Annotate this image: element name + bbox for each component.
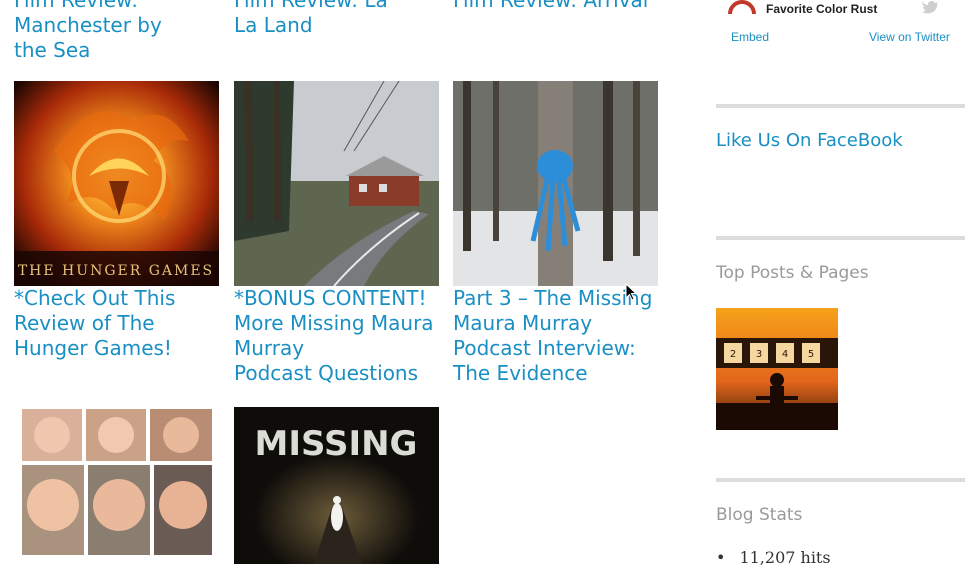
road-house-thumbnail[interactable] bbox=[234, 81, 439, 286]
post-title-manchester[interactable]: Film Review: Manchester by the Sea bbox=[14, 0, 214, 63]
avatar-icon bbox=[728, 0, 756, 14]
title-line: *Check Out This bbox=[14, 286, 176, 310]
missing-logo-text: MISSING bbox=[255, 424, 418, 464]
top-post-thumbnail[interactable]: 2 3 4 5 bbox=[716, 308, 838, 430]
title-line: Part 3 – The Missing bbox=[453, 286, 653, 310]
hunger-games-thumbnail[interactable]: THE HUNGER GAMES bbox=[14, 81, 219, 286]
film-frame-number: 3 bbox=[756, 349, 762, 360]
sidebar-divider bbox=[716, 478, 965, 482]
post-title-hunger-games[interactable]: *Check Out This Review of The Hunger Gam… bbox=[14, 286, 234, 361]
title-line: Hunger Games! bbox=[14, 336, 172, 360]
view-on-twitter-link[interactable]: View on Twitter bbox=[869, 30, 950, 44]
hunger-games-logo-text: THE HUNGER GAMES bbox=[18, 263, 214, 279]
post-title-part-3[interactable]: Part 3 – The Missing Maura Murray Podcas… bbox=[453, 286, 673, 386]
hits-count: 11,207 hits bbox=[716, 548, 830, 567]
title-line: More Missing Maura bbox=[234, 311, 434, 335]
title-line: Manchester by bbox=[14, 13, 162, 37]
post-title-arrival[interactable]: Film Review: Arrival bbox=[453, 0, 673, 13]
film-frame-number: 5 bbox=[808, 349, 814, 360]
title-line: Podcast Interview: bbox=[453, 336, 636, 360]
sidebar-divider bbox=[716, 236, 965, 240]
title-line: Maura Murray bbox=[453, 311, 593, 335]
title-line: Film Review: La bbox=[234, 0, 388, 12]
film-frame-number: 2 bbox=[730, 349, 736, 360]
title-line: The Evidence bbox=[453, 361, 588, 385]
title-line: Review of The bbox=[14, 311, 155, 335]
film-frame-number: 4 bbox=[782, 349, 788, 360]
post-title-bonus-content[interactable]: *BONUS CONTENT! More Missing Maura Murra… bbox=[234, 286, 454, 386]
title-line: Podcast Questions bbox=[234, 361, 419, 385]
twitter-embed: Favorite Color Rust Embed View on Twitte… bbox=[716, 0, 965, 60]
facebook-link[interactable]: Like Us On FaceBook bbox=[716, 130, 903, 151]
embed-link[interactable]: Embed bbox=[731, 30, 769, 44]
blue-ribbon-tree-thumbnail[interactable] bbox=[453, 81, 658, 286]
sidebar-divider bbox=[716, 104, 965, 108]
title-line: Film Review: bbox=[14, 0, 139, 12]
faces-collage-thumbnail[interactable] bbox=[14, 407, 219, 564]
mouse-cursor-icon bbox=[625, 283, 637, 301]
twitter-bird-icon[interactable] bbox=[922, 0, 940, 14]
title-line: Murray bbox=[234, 336, 305, 360]
title-line: Film Review: Arrival bbox=[453, 0, 649, 12]
title-line: *BONUS CONTENT! bbox=[234, 286, 427, 310]
title-line: the Sea bbox=[14, 38, 91, 62]
post-title-la-la-land[interactable]: Film Review: La La Land bbox=[234, 0, 434, 38]
twitter-account-name: Favorite Color Rust bbox=[766, 2, 878, 16]
missing-thumbnail[interactable]: MISSING bbox=[234, 407, 439, 564]
top-posts-heading: Top Posts & Pages bbox=[716, 263, 869, 283]
blog-stats-list: 11,207 hits bbox=[716, 548, 830, 567]
blog-stats-heading: Blog Stats bbox=[716, 505, 803, 525]
title-line: La Land bbox=[234, 13, 313, 37]
